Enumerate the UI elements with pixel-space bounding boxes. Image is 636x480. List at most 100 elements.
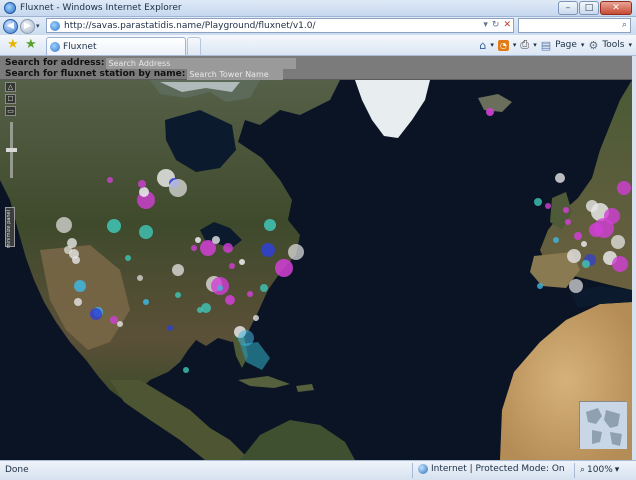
add-favorites-icon[interactable]: ★ [25,37,37,52]
station-marker[interactable] [217,285,223,291]
station-marker[interactable] [125,255,131,261]
station-marker[interactable] [264,219,276,231]
station-marker[interactable] [143,299,149,305]
feeds-caret-icon[interactable]: ▾ [513,41,517,49]
feeds-icon[interactable]: ◔ [497,39,509,51]
station-marker[interactable] [611,235,625,249]
station-marker[interactable] [223,243,233,253]
station-marker[interactable] [260,284,268,292]
rotate-control-icon[interactable]: △ [5,82,16,92]
minimize-panel-button[interactable]: minimize panel [5,207,15,248]
zoom-level-control[interactable]: ⌕ 100% ▾ [580,465,619,475]
recent-pages-dropdown-icon[interactable]: ▾ [36,22,40,30]
station-marker[interactable] [167,325,173,331]
maximize-button[interactable]: □ [579,1,599,15]
station-search-input[interactable] [187,68,284,80]
page-caret-icon[interactable]: ▾ [581,41,585,49]
tools-caret-icon[interactable]: ▾ [628,41,632,49]
minimize-button[interactable]: – [558,1,578,15]
station-marker[interactable] [534,198,542,206]
station-marker[interactable] [612,256,628,272]
tools-menu-icon[interactable]: ⚙ [588,39,598,52]
station-marker[interactable] [553,237,559,243]
station-marker[interactable] [555,173,565,183]
window-titlebar: Fluxnet - Windows Internet Explorer – □ … [0,0,636,17]
station-marker[interactable] [169,179,187,197]
station-marker[interactable] [569,279,583,293]
close-button[interactable]: ✕ [600,1,632,15]
station-marker[interactable] [56,217,72,233]
live-search-input[interactable]: ⌕ [518,18,631,33]
station-search-row: Search for fluxnet station by name: [5,68,284,80]
station-marker[interactable] [582,260,590,268]
page-favicon-icon [50,20,60,31]
home-icon[interactable]: ⌂ [479,39,486,52]
station-marker[interactable] [288,244,304,260]
tab-fluxnet[interactable]: Fluxnet [46,37,186,55]
new-tab-button[interactable] [187,37,201,55]
search-icon[interactable]: ⌕ [622,20,627,30]
address-search-input[interactable] [106,57,297,69]
station-marker[interactable] [107,177,113,183]
favorites-center-icon[interactable]: ★ [7,37,19,52]
overview-minimap[interactable] [579,401,627,449]
station-marker[interactable] [139,187,149,197]
station-marker[interactable] [581,241,587,247]
forward-button[interactable]: ▶ [20,18,35,34]
tools-menu-button[interactable]: Tools [602,40,624,50]
station-marker[interactable] [617,181,631,195]
refresh-icon[interactable]: ↻ [492,19,500,32]
navigation-bar: ◀ ▶ ▾ http://savas.parastatidis.name/Pla… [0,17,636,35]
station-marker[interactable] [197,307,203,313]
station-marker[interactable] [139,225,153,239]
station-marker[interactable] [589,223,603,237]
station-marker[interactable] [545,203,551,209]
station-marker[interactable] [567,249,581,263]
station-marker[interactable] [563,207,569,213]
satellite-map[interactable]: △ ☐ ▭ minimize panel [0,80,632,460]
station-marker[interactable] [137,275,143,281]
station-marker[interactable] [247,291,253,297]
page-menu-button[interactable]: Page [555,40,577,50]
station-marker[interactable] [138,180,146,188]
address-url[interactable]: http://savas.parastatidis.name/Playgroun… [64,21,316,31]
address-bar[interactable]: http://savas.parastatidis.name/Playgroun… [46,18,514,33]
map-mode-control-icon[interactable]: ▭ [5,106,16,116]
station-marker[interactable] [175,292,181,298]
station-marker[interactable] [565,219,571,225]
station-marker[interactable] [90,308,102,320]
station-marker[interactable] [229,263,235,269]
back-button[interactable]: ◀ [3,18,18,34]
station-marker[interactable] [117,321,123,327]
vertical-scrollbar[interactable] [632,56,636,460]
station-marker[interactable] [183,367,189,373]
stop-icon[interactable]: ✕ [503,19,511,32]
station-marker[interactable] [64,246,72,254]
station-marker[interactable] [239,259,245,265]
station-marker[interactable] [195,237,201,243]
station-marker[interactable] [586,200,598,212]
station-marker[interactable] [172,264,184,276]
zoom-slider-thumb[interactable] [6,148,17,152]
station-marker[interactable] [191,245,197,251]
print-caret-icon[interactable]: ▾ [533,41,537,49]
station-marker[interactable] [212,236,220,244]
home-caret-icon[interactable]: ▾ [490,41,494,49]
address-dropdown-icon[interactable]: ▾ [483,19,488,32]
station-marker[interactable] [537,283,543,289]
station-marker[interactable] [486,108,494,116]
station-marker[interactable] [74,280,86,292]
security-zone[interactable]: Internet | Protected Mode: On [418,464,565,474]
station-marker[interactable] [74,298,82,306]
station-marker[interactable] [261,243,275,257]
page-menu-icon[interactable]: ▤ [541,39,551,52]
print-icon[interactable]: ⎙ [520,38,529,52]
fit-view-control-icon[interactable]: ☐ [5,94,16,104]
station-marker[interactable] [107,219,121,233]
station-marker[interactable] [72,256,80,264]
station-marker[interactable] [574,232,582,240]
station-marker[interactable] [275,259,293,277]
station-marker[interactable] [225,295,235,305]
station-marker[interactable] [253,315,259,321]
station-marker[interactable] [238,330,254,346]
